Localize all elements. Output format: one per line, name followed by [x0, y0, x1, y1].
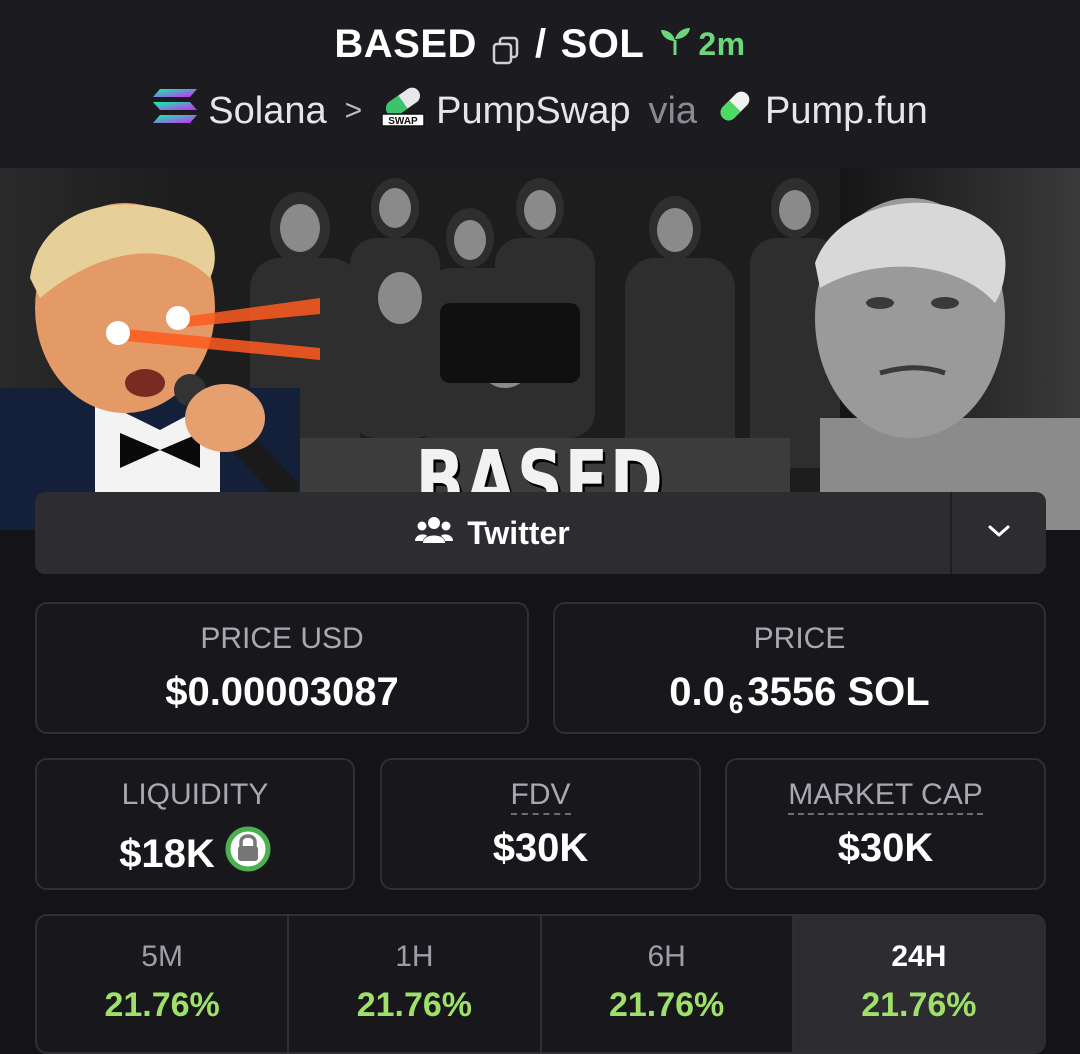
tab-change-pct: 21.76% [356, 986, 473, 1024]
dex-name: PumpSwap [436, 89, 631, 132]
via-label: via [648, 89, 698, 132]
market-cap-value: $30K [837, 826, 934, 870]
chevron-right-icon: > [344, 94, 363, 127]
breadcrumb: Solana > SWAP PumpSwap via Pump.fun [0, 84, 1080, 138]
chain-name: Solana [208, 89, 327, 132]
price-change-tabs: 5M 21.76% 1H 21.76% 6H 21.76% 24H 21.76% [35, 914, 1046, 1054]
price-usd-label: PRICE USD [200, 622, 364, 655]
liquidity-label: LIQUIDITY [121, 778, 269, 811]
tab-6h[interactable]: 6H 21.76% [542, 916, 794, 1052]
tab-period: 5M [141, 940, 183, 973]
twitter-label: Twitter [467, 514, 570, 551]
copy-icon[interactable] [491, 30, 521, 64]
price-native-prefix: 0.0 [669, 670, 725, 714]
tab-change-pct: 21.76% [608, 986, 725, 1024]
tab-change-pct: 21.76% [104, 986, 220, 1024]
pair-age: 2m [658, 26, 745, 64]
tab-24h[interactable]: 24H 21.76% [793, 916, 1044, 1052]
liquidity-card: LIQUIDITY $18K [35, 758, 355, 890]
age-value: 2m [698, 26, 746, 62]
sprout-icon [658, 26, 692, 64]
fdv-label: FDV [510, 778, 571, 815]
tab-period: 6H [647, 940, 686, 973]
price-native-suffix: 3556 SOL [747, 670, 930, 714]
market-cap-label: MARKET CAP [788, 778, 983, 815]
tab-change-pct: 21.76% [861, 986, 977, 1024]
socials-toggle[interactable] [950, 492, 1046, 574]
market-cap-card[interactable]: MARKET CAP $30K [725, 758, 1046, 890]
solana-logo-icon [152, 88, 198, 134]
pumpswap-logo-icon: SWAP [380, 84, 426, 138]
quote-symbol: SOL [560, 22, 645, 66]
pair-separator: / [534, 22, 547, 66]
pair-title: BASED / SOL 2m [0, 22, 1080, 67]
price-native-label: PRICE [753, 622, 846, 655]
price-usd-value: $0.00003087 [165, 670, 399, 714]
tab-5m[interactable]: 5M 21.76% [37, 916, 290, 1052]
launchpad-name: Pump.fun [765, 89, 928, 132]
breadcrumb-chain[interactable]: Solana [152, 88, 327, 134]
breadcrumb-dex[interactable]: SWAP PumpSwap [380, 84, 630, 138]
lock-icon[interactable] [225, 826, 271, 882]
fdv-card[interactable]: FDV $30K [380, 758, 701, 890]
price-native-zero-count: 6 [728, 689, 744, 719]
tab-period: 24H [891, 940, 947, 973]
tab-period: 1H [395, 940, 434, 973]
pumpswap-badge-text: SWAP [388, 116, 418, 127]
tab-1h[interactable]: 1H 21.76% [289, 916, 542, 1052]
price-native-card: PRICE 0.0 6 3556 SOL [553, 602, 1046, 734]
twitter-button[interactable]: Twitter [35, 492, 950, 574]
token-banner-image: BASED [0, 168, 1080, 530]
liquidity-value: $18K [119, 831, 215, 876]
token-symbol: BASED [334, 22, 477, 66]
breadcrumb-launchpad[interactable]: Pump.fun [715, 86, 928, 136]
fdv-value: $30K [492, 826, 589, 870]
pill-icon [715, 86, 755, 136]
socials-dropdown: Twitter [35, 492, 1046, 574]
price-usd-card: PRICE USD $0.00003087 [35, 602, 529, 734]
chevron-down-icon [987, 523, 1011, 544]
pair-header: BASED / SOL 2m Solana > SWAP PumpSwap vi… [0, 0, 1080, 168]
users-icon [415, 515, 454, 552]
